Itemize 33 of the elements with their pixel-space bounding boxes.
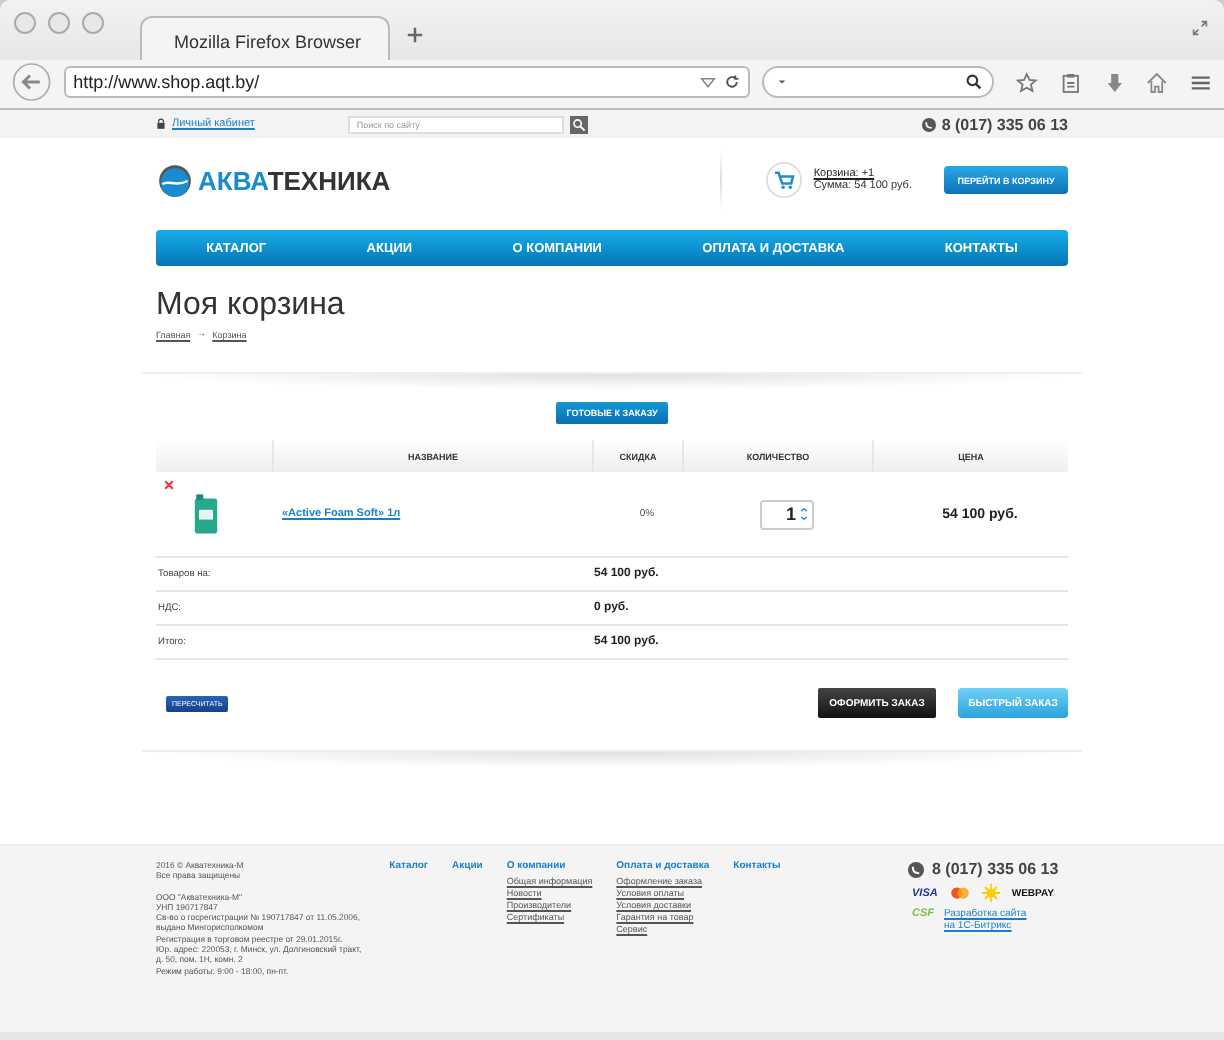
address-bar[interactable]: http://www.shop.aqt.by/ — [63, 66, 751, 98]
home-icon[interactable] — [1146, 71, 1169, 93]
back-button[interactable] — [12, 62, 52, 102]
phone-icon — [908, 861, 924, 877]
page-title: Моя корзина — [156, 288, 347, 324]
mastercard-logo — [949, 886, 970, 900]
window-minimize-button[interactable] — [48, 12, 70, 34]
search-button[interactable] — [570, 115, 589, 133]
menu-icon[interactable] — [1190, 71, 1212, 93]
stepper-icon[interactable] — [800, 504, 808, 524]
cart-icon[interactable] — [765, 162, 802, 198]
reload-icon[interactable] — [724, 74, 741, 90]
quantity-field[interactable]: 1 — [760, 499, 814, 529]
browser-search-field[interactable] — [762, 66, 995, 98]
canister-icon — [192, 490, 220, 538]
phone-number: 8 (017) 335 06 13 — [932, 860, 1059, 878]
lock-icon — [156, 118, 166, 130]
dropdown-icon[interactable] — [700, 74, 717, 90]
logo-text: АКВАТЕХНИКА — [198, 165, 391, 195]
browser-tab[interactable]: Mozilla Firefox Browser — [140, 16, 390, 60]
sun-icon — [981, 884, 1000, 902]
search-icon[interactable] — [966, 74, 983, 90]
download-icon[interactable] — [1103, 71, 1125, 93]
phone-icon — [921, 117, 936, 131]
fullscreen-icon[interactable] — [1192, 20, 1208, 36]
clipboard-icon[interactable] — [1059, 71, 1082, 93]
phone-number: 8 (017) 335 06 13 — [941, 115, 1068, 133]
window-close-button[interactable] — [14, 12, 36, 34]
window-zoom-button[interactable] — [82, 12, 104, 34]
logo-icon — [156, 161, 194, 199]
star-icon[interactable] — [1016, 71, 1038, 93]
new-tab-icon[interactable] — [406, 26, 424, 44]
remove-icon[interactable] — [164, 480, 174, 490]
